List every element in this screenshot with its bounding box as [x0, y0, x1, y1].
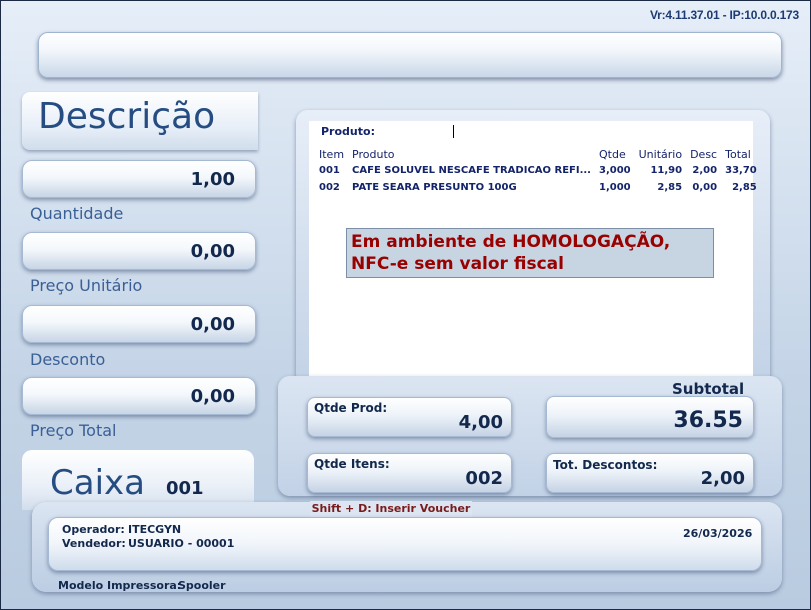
qtde-itens-label: Qtde Itens: — [314, 457, 390, 471]
col-item: Item — [319, 147, 345, 161]
row-unitario: 11,90 — [650, 165, 683, 176]
row-produto: PATE SEARA PRESUNTO 100G — [352, 182, 517, 193]
total-price-label: Preço Total — [30, 421, 117, 440]
description-title: Descrição — [38, 96, 216, 137]
items-table: Item Produto Qtde Unitário Desc Total 00… — [315, 146, 761, 196]
col-qtde: Qtde — [598, 147, 626, 161]
homologation-notice: Em ambiente de HOMOLOGAÇÃO, NFC-e sem va… — [346, 228, 714, 278]
qtde-prod-box: Qtde Prod: 4,00 — [307, 397, 512, 437]
col-total: Total — [725, 147, 751, 161]
total-price-field[interactable]: 0,00 — [22, 377, 256, 415]
operador-value: ITECGYN — [128, 523, 182, 536]
unit-price-label: Preço Unitário — [30, 276, 143, 295]
col-produto: Produto — [352, 147, 395, 161]
produto-search-label: Produto: — [321, 125, 375, 138]
text-cursor — [453, 125, 454, 138]
vendedor-label: Vendedor: — [62, 537, 126, 550]
table-row[interactable]: 002 PATE SEARA PRESUNTO 100G 1,000 2,85 … — [315, 179, 761, 196]
current-date: 26/03/2026 — [683, 527, 753, 540]
total-price-value: 0,00 — [190, 386, 235, 407]
row-item: 001 — [319, 165, 340, 176]
discount-field[interactable]: 0,00 — [22, 305, 256, 343]
row-desc: 0,00 — [692, 182, 718, 193]
notice-line-1: Em ambiente de HOMOLOGAÇÃO, — [351, 232, 671, 252]
row-produto: CAFE SOLUVEL NESCAFE TRADICAO REFI... — [352, 165, 591, 176]
tot-descontos-value: 2,00 — [700, 468, 745, 489]
row-unitario: 2,85 — [657, 182, 683, 193]
vendedor-value: USUARIO - 00001 — [128, 537, 235, 550]
impressora-value: Spooler — [178, 579, 226, 592]
col-desc: Desc — [690, 147, 718, 161]
impressora-label: Modelo Impressora: — [58, 579, 182, 592]
qtde-itens-value: 002 — [465, 468, 503, 489]
qtde-itens-box: Qtde Itens: 002 — [307, 453, 512, 493]
unit-price-field[interactable]: 0,00 — [22, 232, 256, 270]
row-qtde: 1,000 — [598, 182, 631, 193]
subtotal-value: 36.55 — [673, 408, 743, 433]
qtde-prod-label: Qtde Prod: — [314, 401, 388, 415]
row-total: 2,85 — [732, 182, 757, 193]
row-desc: 2,00 — [692, 165, 718, 176]
quantity-label: Quantidade — [30, 204, 124, 223]
tot-descontos-box: Tot. Descontos: 2,00 — [546, 453, 754, 493]
notice-line-2: NFC-e sem valor fiscal — [351, 254, 564, 274]
items-table-header: Item Produto Qtde Unitário Desc Total — [315, 146, 761, 162]
discount-value: 0,00 — [190, 314, 235, 335]
table-row[interactable]: 001 CAFE SOLUVEL NESCAFE TRADICAO REFI..… — [315, 162, 761, 179]
tot-descontos-label: Tot. Descontos: — [553, 458, 658, 472]
unit-price-value: 0,00 — [190, 241, 235, 262]
caixa-label: Caixa — [50, 463, 145, 503]
version-info: Vr:4.11.37.01 - IP:10.0.0.173 — [650, 8, 799, 22]
voucher-shortcut-hint: Shift + D: Inserir Voucher — [310, 501, 472, 517]
col-unitario: Unitário — [638, 147, 683, 161]
operador-label: Operador: — [62, 523, 125, 536]
quantity-value: 1,00 — [190, 169, 235, 190]
discount-label: Desconto — [30, 350, 106, 369]
subtotal-box: 36.55 — [546, 396, 754, 438]
top-display-bar — [38, 32, 782, 78]
quantity-field[interactable]: 1,00 — [22, 160, 256, 198]
row-total: 33,70 — [725, 165, 757, 176]
qtde-prod-value: 4,00 — [458, 412, 503, 433]
row-qtde: 3,000 — [598, 165, 631, 176]
row-item: 002 — [319, 182, 340, 193]
caixa-number: 001 — [166, 478, 204, 499]
